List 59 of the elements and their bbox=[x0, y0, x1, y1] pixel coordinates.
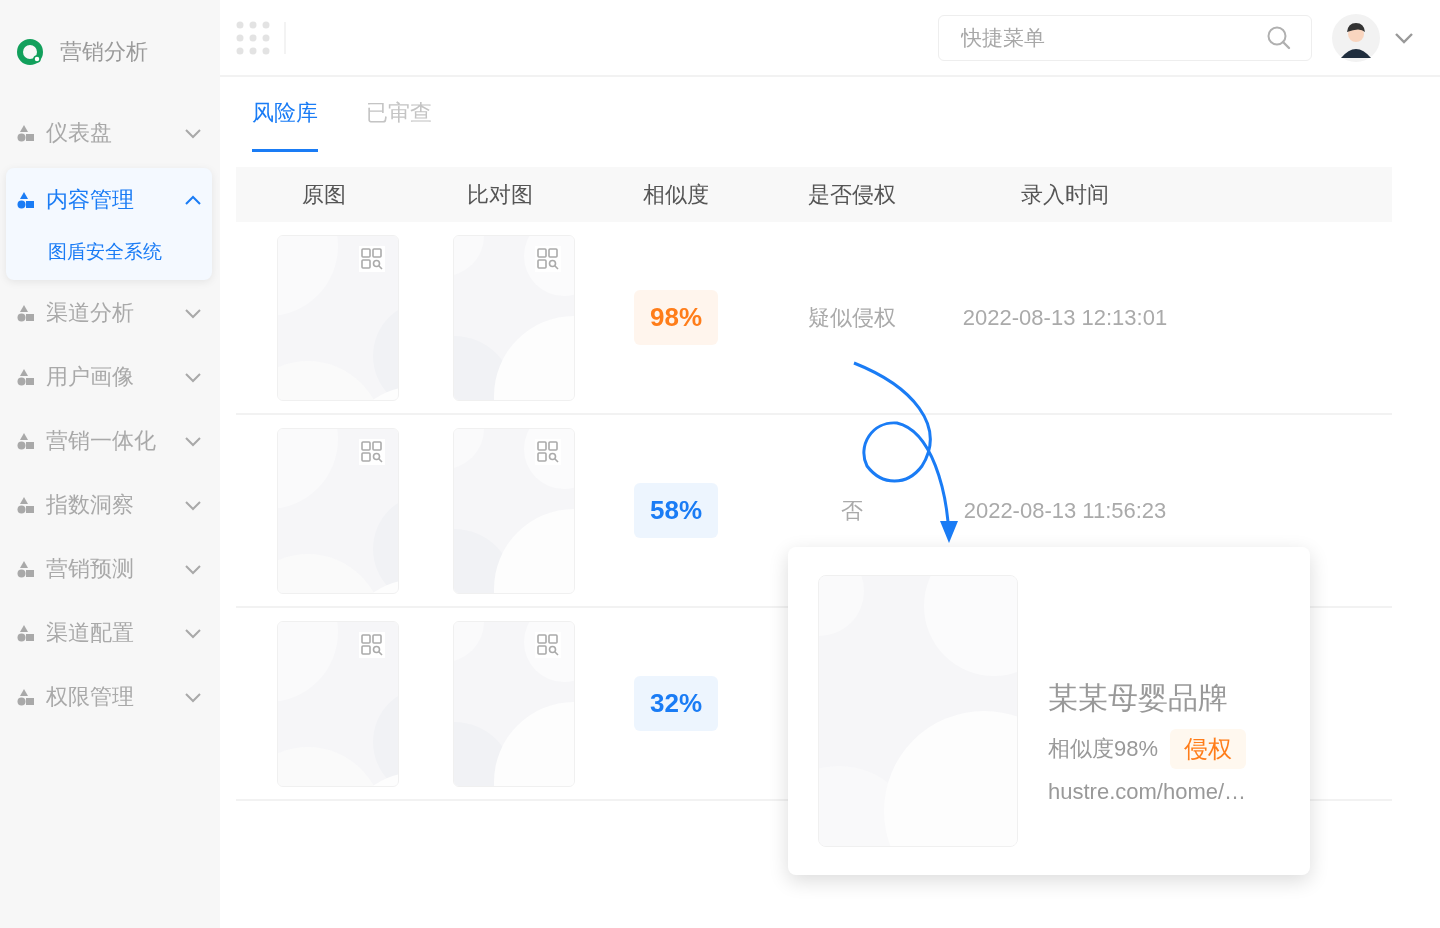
url-text: hustre.com/home/… bbox=[1048, 778, 1247, 805]
chevron-down-icon bbox=[184, 307, 202, 319]
similarity-text: 相似度98% bbox=[1048, 734, 1159, 763]
similarity-badge: 32% bbox=[633, 676, 718, 731]
avatar[interactable] bbox=[1332, 13, 1380, 62]
table-cell: 2022-08-13 12:13:01 bbox=[962, 304, 1168, 331]
chevron-down-icon bbox=[184, 499, 202, 511]
shapes-icon bbox=[16, 367, 36, 387]
column-header: 录入时间 bbox=[1020, 180, 1110, 209]
apps-grid-icon[interactable] bbox=[236, 20, 270, 55]
nav-item[interactable]: 营销预测 bbox=[6, 540, 212, 598]
table-cell-text: 疑似侵权 bbox=[808, 303, 896, 332]
column-header: 相似度 bbox=[642, 180, 710, 209]
shapes-icon bbox=[16, 190, 36, 210]
nav-item[interactable]: 渠道分析 bbox=[6, 284, 212, 342]
nav-item[interactable]: 营销一体化 bbox=[6, 412, 212, 470]
column-header: 原图 bbox=[301, 180, 347, 209]
chevron-down-icon bbox=[184, 435, 202, 447]
nav-item[interactable]: 权限管理 bbox=[6, 668, 212, 726]
chevron-up-icon bbox=[184, 194, 202, 206]
brand-title: 某某母婴品牌 bbox=[1048, 679, 1229, 716]
gallery-search-icon[interactable] bbox=[359, 245, 385, 272]
shapes-icon bbox=[16, 303, 36, 323]
gallery-search-icon[interactable] bbox=[535, 631, 561, 658]
nav-item[interactable]: 仪表盘 bbox=[6, 104, 212, 162]
chevron-down-icon bbox=[184, 127, 202, 139]
nav-item[interactable]: 渠道配置 bbox=[6, 604, 212, 662]
shapes-icon bbox=[16, 495, 36, 515]
column-header: 是否侵权 bbox=[807, 180, 897, 209]
tab[interactable]: 已审查 bbox=[366, 77, 432, 152]
shapes-icon bbox=[16, 623, 36, 643]
chevron-down-icon[interactable] bbox=[1394, 30, 1414, 45]
shapes-icon bbox=[16, 687, 36, 707]
nav-item[interactable]: 指数洞察 bbox=[6, 476, 212, 534]
logo-icon bbox=[16, 38, 44, 66]
gallery-search-icon[interactable] bbox=[535, 438, 561, 465]
chevron-down-icon bbox=[184, 563, 202, 575]
tab[interactable]: 风险库 bbox=[252, 77, 318, 152]
chevron-down-icon bbox=[184, 691, 202, 703]
gallery-search-icon[interactable] bbox=[535, 245, 561, 272]
table-cell-text: 否 bbox=[841, 496, 863, 525]
search-field[interactable]: 快捷菜单 bbox=[938, 14, 1312, 61]
nav-subitem[interactable]: 图盾安全系统 bbox=[6, 232, 212, 272]
brand-name: 营销分析 bbox=[60, 38, 148, 66]
nav-item[interactable]: 内容管理 bbox=[6, 168, 212, 232]
gallery-search-icon[interactable] bbox=[359, 438, 385, 465]
status-tag: 侵权 bbox=[1170, 728, 1247, 769]
similarity-badge: 98% bbox=[633, 290, 718, 345]
shapes-icon bbox=[16, 123, 36, 143]
chevron-down-icon bbox=[184, 371, 202, 383]
shapes-icon bbox=[16, 431, 36, 451]
table-cell: 2022-08-13 11:56:23 bbox=[963, 497, 1167, 524]
chevron-down-icon bbox=[184, 627, 202, 639]
shapes-icon bbox=[16, 559, 36, 579]
column-header: 比对图 bbox=[466, 180, 534, 209]
gallery-search-icon[interactable] bbox=[359, 631, 385, 658]
similarity-badge: 58% bbox=[633, 483, 718, 538]
nav-item[interactable]: 用户画像 bbox=[6, 348, 212, 406]
search-icon bbox=[1266, 24, 1292, 51]
